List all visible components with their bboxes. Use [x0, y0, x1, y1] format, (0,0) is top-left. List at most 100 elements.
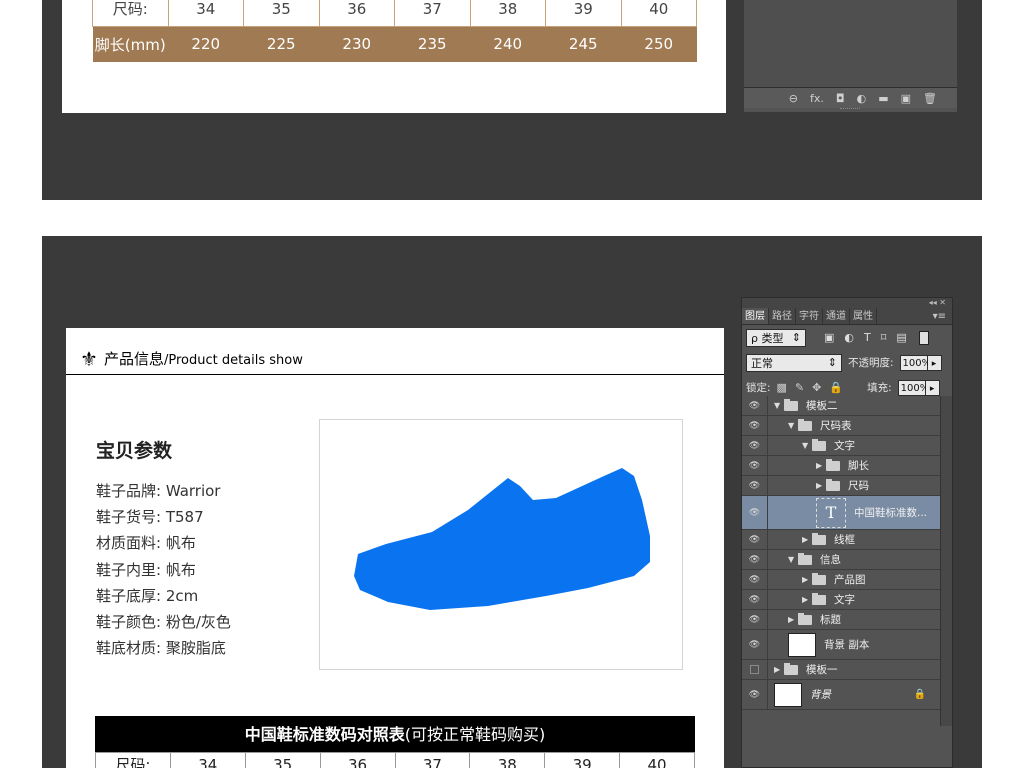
layers-panel-footer: ⊖ fx. ◘ ◐ ▬ ▣ 🗑 — [744, 88, 957, 108]
fill-input[interactable]: 100% — [897, 379, 929, 396]
lock-image-icon[interactable]: ✎ — [795, 381, 804, 394]
layers-panel: ◂◂ ✕ 图层 路径 字符 通道 属性 ▾≡ ρ 类型 ⇕ ▣ ◐ T ⌑ ▤ … — [741, 297, 953, 768]
layer-row[interactable]: 👁 T 中国鞋标准数... — [742, 496, 940, 530]
folder-icon — [798, 612, 812, 625]
layer-row[interactable]: 👁 ▶ 脚长 — [742, 456, 940, 476]
layer-row[interactable]: 👁 背景 🔒 — [742, 680, 940, 710]
eye-icon[interactable]: 👁 — [742, 610, 768, 629]
shape-filter-icon[interactable]: ⌑ — [881, 331, 887, 344]
opacity-input[interactable]: 100% — [899, 354, 931, 371]
folder-icon[interactable]: ▬ — [878, 92, 888, 105]
resize-grip[interactable] — [840, 108, 860, 110]
layer-row[interactable]: 👁 ▼ 尺码表 — [742, 416, 940, 436]
expand-right-icon[interactable]: ▶ — [788, 615, 798, 624]
layer-row[interactable]: 👁 ▶ 产品图 — [742, 570, 940, 590]
layer-row[interactable]: 👁 ▶ 尺码 — [742, 476, 940, 496]
trash-icon[interactable]: 🗑 — [923, 92, 937, 105]
link-icon[interactable]: ⊖ — [789, 92, 798, 105]
lock-transparent-icon[interactable]: ▩ — [777, 381, 787, 394]
layer-row[interactable]: 👁 ▶ 文字 — [742, 590, 940, 610]
panel-tabs: 图层 路径 字符 通道 属性 ▾≡ — [742, 308, 952, 325]
folder-icon — [784, 398, 798, 411]
layer-row[interactable]: 👁 ▶ 线框 — [742, 530, 940, 550]
eye-icon[interactable]: 👁 — [742, 630, 768, 659]
fill-slider-arrow-icon[interactable]: ▸ — [925, 379, 940, 396]
expand-right-icon[interactable]: ▶ — [774, 665, 784, 674]
type-filter-icon[interactable]: T — [864, 331, 871, 344]
foot-length-cell: 245 — [545, 26, 621, 62]
tab-properties[interactable]: 属性 — [850, 308, 877, 324]
fx-icon[interactable]: fx. — [810, 92, 824, 105]
size-cell: 40 — [621, 0, 697, 27]
param-item: 鞋子颜色: 粉色/灰色 — [96, 612, 231, 631]
folder-icon — [826, 478, 840, 491]
size-cell: 39 — [544, 752, 621, 768]
pixel-filter-icon[interactable]: ▣ — [824, 331, 834, 344]
tab-channels[interactable]: 通道 — [823, 308, 850, 324]
select-arrow-icon: ⇕ — [827, 356, 837, 369]
adjustment-filter-icon[interactable]: ◐ — [844, 331, 854, 344]
expand-down-icon[interactable]: ▼ — [802, 441, 812, 450]
expand-right-icon[interactable]: ▶ — [802, 535, 812, 544]
tab-paths[interactable]: 路径 — [769, 308, 796, 324]
layer-row[interactable]: 👁 ▼ 模板二 — [742, 396, 940, 416]
fill-control: 100% ▸ — [897, 379, 940, 396]
folder-icon — [812, 572, 826, 585]
expand-down-icon[interactable]: ▼ — [788, 555, 798, 564]
layer-row[interactable]: 👁 ▶ 标题 — [742, 610, 940, 630]
layers-scrollbar[interactable] — [940, 396, 952, 726]
adjustment-icon[interactable]: ◐ — [857, 92, 867, 105]
eye-icon[interactable]: 👁 — [742, 590, 768, 609]
layer-row[interactable]: 👁 ▼ 信息 — [742, 550, 940, 570]
visibility-off-icon[interactable] — [742, 660, 768, 679]
layer-content: 背景 — [768, 682, 831, 707]
panel-menu-icon[interactable]: ▾≡ — [877, 308, 952, 324]
param-item: 鞋子品牌: Warrior — [96, 482, 221, 500]
layer-content: ▶ 标题 — [768, 612, 841, 627]
expand-right-icon[interactable]: ▶ — [816, 461, 826, 470]
lock-position-icon[interactable]: ✥ — [812, 381, 821, 394]
smart-object-filter-icon[interactable]: ▤ — [896, 331, 906, 344]
eye-icon[interactable]: 👁 — [742, 680, 768, 709]
eye-icon[interactable]: 👁 — [742, 496, 768, 529]
tab-character[interactable]: 字符 — [796, 308, 823, 324]
layer-name: 信息 — [820, 554, 841, 566]
size-cell: 36 — [319, 0, 395, 27]
new-layer-icon[interactable]: ▣ — [901, 92, 911, 105]
layers-panel-body[interactable] — [744, 0, 957, 88]
expand-right-icon[interactable]: ▶ — [802, 575, 812, 584]
eye-icon[interactable]: 👁 — [742, 570, 768, 589]
expand-right-icon[interactable]: ▶ — [802, 595, 812, 604]
layer-name: 尺码表 — [820, 420, 852, 432]
layer-filter-select[interactable]: ρ 类型 ⇕ — [746, 328, 806, 347]
filter-toggle[interactable] — [918, 330, 929, 345]
layer-content: T 中国鞋标准数... — [768, 497, 927, 528]
layer-content: ▼ 尺码表 — [768, 418, 852, 433]
eye-icon[interactable]: 👁 — [742, 550, 768, 569]
expand-right-icon[interactable]: ▶ — [816, 481, 826, 490]
folder-icon — [798, 418, 812, 431]
layer-name: 脚长 — [848, 460, 869, 472]
layer-row[interactable]: 👁 ▼ 文字 — [742, 436, 940, 456]
folder-icon — [812, 532, 826, 545]
panel-collapse-button[interactable]: ◂◂ ✕ — [742, 298, 952, 308]
tab-layers[interactable]: 图层 — [742, 308, 769, 324]
mask-icon[interactable]: ◘ — [836, 92, 845, 105]
param-item: 材质面料: 帆布 — [96, 534, 196, 553]
eye-icon[interactable]: 👁 — [742, 530, 768, 549]
layer-row[interactable]: 👁 背景 副本 — [742, 630, 940, 660]
lock-all-icon[interactable]: 🔒 — [829, 381, 843, 394]
size-cell: 36 — [319, 752, 396, 768]
eye-icon[interactable]: 👁 — [742, 456, 768, 475]
section-header: ⚜ 产品信息/Product details show — [80, 348, 303, 369]
eye-icon[interactable]: 👁 — [742, 416, 768, 435]
eye-icon[interactable]: 👁 — [742, 396, 768, 415]
eye-icon[interactable]: 👁 — [742, 436, 768, 455]
eye-icon[interactable]: 👁 — [742, 476, 768, 495]
blend-mode-select[interactable]: 正常 ⇕ — [746, 353, 842, 372]
opacity-slider-arrow-icon[interactable]: ▸ — [927, 354, 942, 371]
expand-down-icon[interactable]: ▼ — [774, 401, 784, 410]
expand-down-icon[interactable]: ▼ — [788, 421, 798, 430]
layer-row[interactable]: ▶ 模板一 — [742, 660, 940, 680]
size-cell: 40 — [619, 752, 695, 768]
